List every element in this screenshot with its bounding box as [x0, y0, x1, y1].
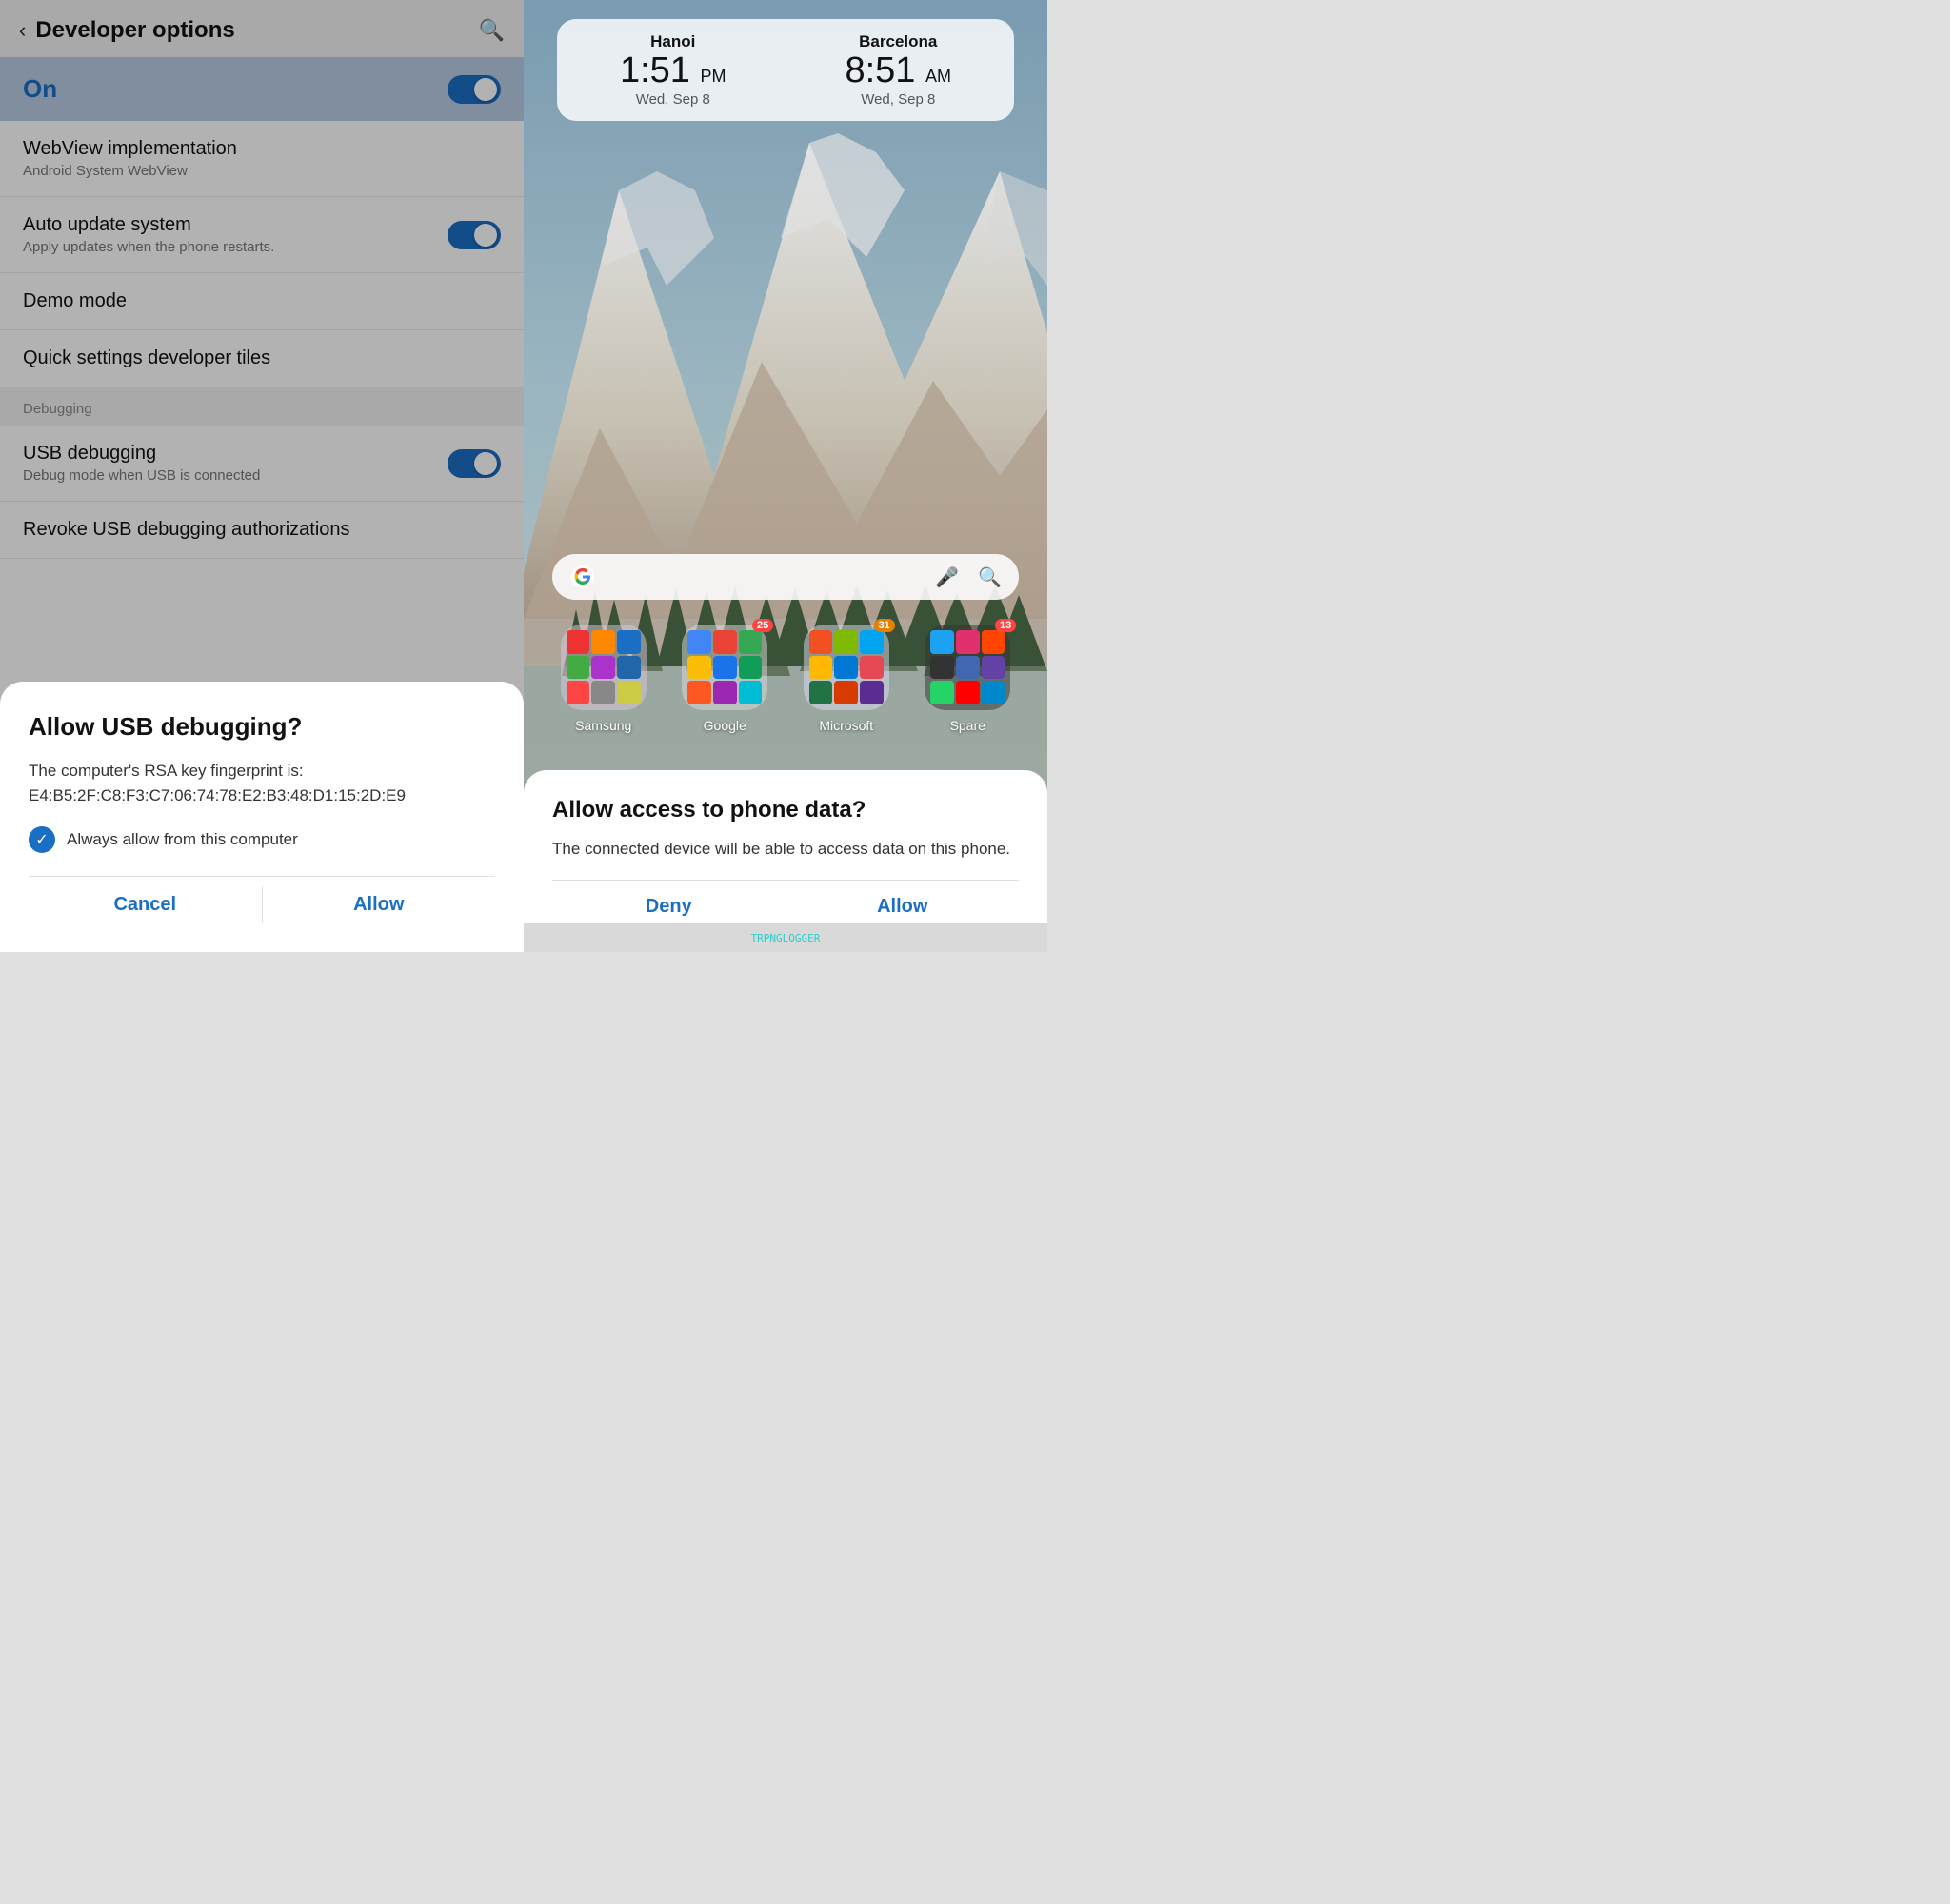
clock-city-barcelona-name: Barcelona — [806, 32, 992, 51]
bottom-watermark-bar: TRPNGLOGGER — [524, 923, 1047, 952]
clock-time-hanoi: 1:51 PM — [580, 51, 766, 91]
mic-icon[interactable]: 🎤 — [935, 565, 959, 589]
clock-ampm-hanoi: PM — [701, 67, 726, 86]
watermark-text: TRPNGLOGGER — [751, 932, 821, 944]
clock-time-barcelona: 8:51 AM — [806, 51, 992, 91]
right-panel: Hanoi 1:51 PM Wed, Sep 8 Barcelona 8:51 … — [524, 0, 1047, 952]
clock-widget: Hanoi 1:51 PM Wed, Sep 8 Barcelona 8:51 … — [557, 19, 1014, 121]
usb-debug-cancel-button[interactable]: Cancel — [29, 877, 262, 933]
clock-time-barcelona-value: 8:51 — [845, 50, 915, 90]
clock-city-hanoi: Hanoi 1:51 PM Wed, Sep 8 — [580, 32, 766, 108]
phone-data-modal-overlay: Allow access to phone data? The connecte… — [524, 628, 1047, 952]
usb-debug-modal-buttons: Cancel Allow — [29, 876, 495, 933]
clock-date-hanoi: Wed, Sep 8 — [580, 91, 766, 108]
always-allow-row[interactable]: ✓ Always allow from this computer — [29, 826, 495, 853]
usb-debug-modal-title: Allow USB debugging? — [29, 712, 495, 742]
lens-icon[interactable]: 🔍 — [978, 565, 1002, 589]
phone-data-modal-title: Allow access to phone data? — [552, 797, 1019, 823]
google-search-bar[interactable]: 🎤 🔍 — [552, 554, 1019, 600]
usb-debug-modal-body: The computer's RSA key fingerprint is: E… — [29, 759, 495, 807]
left-panel: ‹ Developer options 🔍 On WebView impleme… — [0, 0, 524, 952]
usb-debug-modal: Allow USB debugging? The computer's RSA … — [0, 682, 524, 952]
usb-debug-modal-overlay: Allow USB debugging? The computer's RSA … — [0, 0, 524, 952]
clock-city-barcelona: Barcelona 8:51 AM Wed, Sep 8 — [806, 32, 992, 108]
clock-time-hanoi-value: 1:51 — [620, 50, 690, 90]
always-allow-label: Always allow from this computer — [67, 830, 298, 849]
clock-ampm-barcelona: AM — [925, 67, 951, 86]
clock-city-hanoi-name: Hanoi — [580, 32, 766, 51]
google-g-icon — [569, 564, 596, 590]
clock-date-barcelona: Wed, Sep 8 — [806, 91, 992, 108]
always-allow-checkbox[interactable]: ✓ — [29, 826, 55, 853]
phone-data-modal-body: The connected device will be able to acc… — [552, 837, 1019, 862]
usb-debug-allow-button[interactable]: Allow — [263, 877, 496, 933]
